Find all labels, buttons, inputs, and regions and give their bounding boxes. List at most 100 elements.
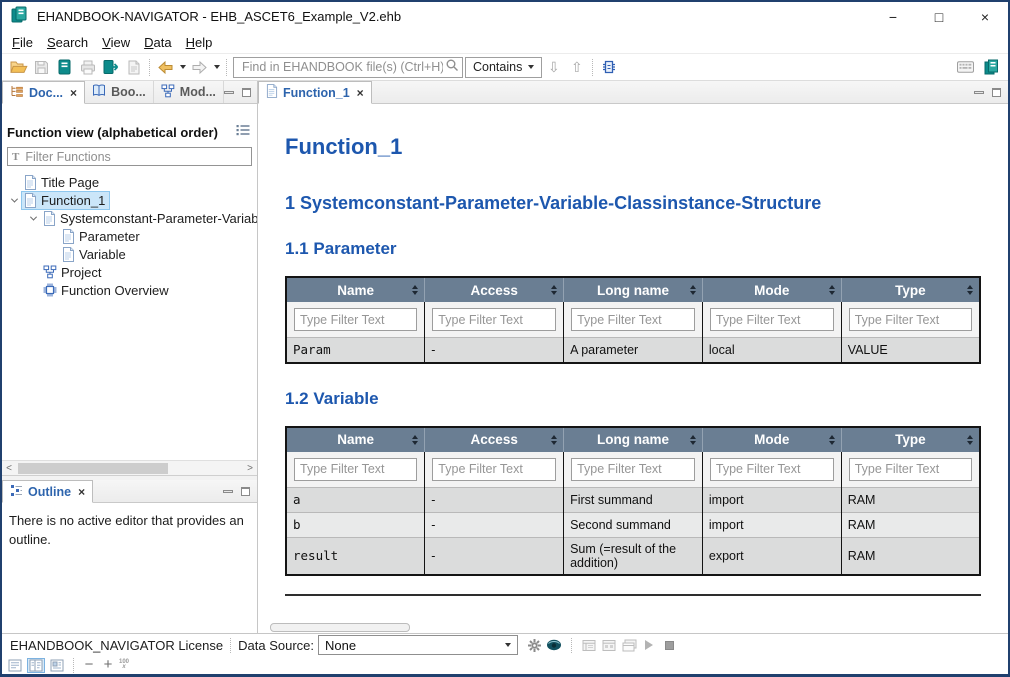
tree-item-variable[interactable]: Variable [2, 245, 257, 263]
export-button[interactable] [99, 56, 122, 78]
column-header-access[interactable]: Access [425, 427, 564, 452]
column-header-name[interactable]: Name [286, 427, 425, 452]
tree-item-parameter[interactable]: Parameter [2, 227, 257, 245]
calibration-window-icon[interactable] [599, 635, 619, 655]
menu-view[interactable]: View [95, 33, 137, 52]
column-filter-input[interactable] [571, 308, 695, 331]
sort-icon[interactable] [690, 285, 696, 295]
sort-icon[interactable] [967, 285, 973, 295]
play-icon[interactable] [639, 635, 659, 655]
scroll-right-icon[interactable]: > [243, 463, 257, 474]
back-history-caret[interactable] [177, 56, 188, 78]
sort-icon[interactable] [412, 435, 418, 445]
view-single-page-icon[interactable] [6, 658, 24, 673]
tab-mod[interactable]: Mod... [154, 81, 224, 103]
view-menu-icon[interactable] [236, 123, 250, 141]
minimize-view-icon[interactable] [223, 490, 233, 493]
menu-file[interactable]: File [5, 33, 40, 52]
column-filter-input[interactable] [432, 308, 556, 331]
minimize-view-icon[interactable] [974, 91, 984, 94]
sort-icon[interactable] [551, 435, 557, 445]
menu-data[interactable]: Data [137, 33, 178, 52]
tab-function-1[interactable]: Function_1 × [258, 81, 372, 104]
tab-boo[interactable]: Boo... [85, 81, 154, 103]
sort-icon[interactable] [967, 435, 973, 445]
zoom-reset-icon[interactable]: 100x [119, 660, 129, 670]
sort-icon[interactable] [551, 285, 557, 295]
editor-hscroll-thumb[interactable] [270, 623, 410, 632]
measure-window-icon[interactable] [579, 635, 599, 655]
settings-gear-icon[interactable] [524, 635, 544, 655]
find-previous-icon[interactable]: ⇧ [565, 56, 588, 78]
filter-functions-input[interactable] [23, 149, 247, 165]
column-header-long-name[interactable]: Long name [564, 427, 703, 452]
visualization-eye-icon[interactable] [544, 635, 564, 655]
sort-icon[interactable] [829, 435, 835, 445]
column-filter-input[interactable] [849, 458, 972, 481]
contains-dropdown[interactable]: Contains [465, 57, 542, 78]
minimize-button[interactable]: − [870, 2, 916, 31]
find-input[interactable] [240, 59, 445, 75]
save-button[interactable] [30, 56, 53, 78]
column-header-long-name[interactable]: Long name [564, 277, 703, 302]
find-next-icon[interactable]: ⇩ [542, 56, 565, 78]
column-filter-input[interactable] [710, 308, 834, 331]
name-link[interactable]: Param [286, 338, 425, 363]
menu-help[interactable]: Help [179, 33, 220, 52]
forward-history-caret[interactable] [211, 56, 222, 78]
column-filter-input[interactable] [849, 308, 972, 331]
ehandbook-file-button[interactable] [53, 56, 76, 78]
tab-outline[interactable]: Outline × [2, 480, 93, 503]
hscroll-thumb[interactable] [18, 463, 168, 474]
print-button[interactable] [76, 56, 99, 78]
column-header-type[interactable]: Type [841, 427, 980, 452]
column-header-type[interactable]: Type [841, 277, 980, 302]
zoom-in-button[interactable]: + [100, 660, 116, 670]
tree-item-title-page[interactable]: Title Page [2, 173, 257, 191]
maximize-view-icon[interactable] [241, 487, 250, 496]
column-header-name[interactable]: Name [286, 277, 425, 302]
open-file-button[interactable] [7, 56, 30, 78]
close-icon[interactable]: × [70, 86, 77, 100]
sort-icon[interactable] [829, 285, 835, 295]
experiment-window-icon[interactable] [619, 635, 639, 655]
data-source-dropdown[interactable]: None [318, 635, 518, 655]
close-icon[interactable]: × [357, 86, 364, 100]
stop-icon[interactable] [659, 635, 679, 655]
sort-icon[interactable] [690, 435, 696, 445]
maximize-view-icon[interactable] [992, 88, 1001, 97]
view-split-page-icon[interactable] [27, 658, 45, 673]
column-header-mode[interactable]: Mode [702, 277, 841, 302]
close-button[interactable]: × [962, 2, 1008, 31]
name-link[interactable]: a [286, 487, 425, 512]
forward-button[interactable] [188, 56, 211, 78]
tree-item-project[interactable]: Project [2, 263, 257, 281]
view-thumbnail-icon[interactable] [48, 658, 66, 673]
column-filter-input[interactable] [294, 458, 417, 481]
column-filter-input[interactable] [432, 458, 556, 481]
tab-doc[interactable]: Doc...× [2, 81, 85, 104]
column-filter-input[interactable] [710, 458, 834, 481]
column-filter-input[interactable] [571, 458, 695, 481]
sort-icon[interactable] [412, 285, 418, 295]
maximize-button[interactable]: □ [916, 2, 962, 31]
maximize-view-icon[interactable] [242, 88, 251, 97]
name-link[interactable]: result [286, 537, 425, 575]
expander-icon[interactable] [8, 198, 21, 203]
column-header-mode[interactable]: Mode [702, 427, 841, 452]
back-button[interactable] [154, 56, 177, 78]
column-header-access[interactable]: Access [425, 277, 564, 302]
menu-search[interactable]: Search [40, 33, 95, 52]
shortcuts-icon[interactable] [954, 56, 977, 78]
close-icon[interactable]: × [78, 485, 85, 499]
pdf-export-button[interactable] [122, 56, 145, 78]
goto-model-button[interactable] [597, 56, 620, 78]
tree-item-function_1[interactable]: Function_1 [2, 191, 257, 209]
column-filter-input[interactable] [294, 308, 417, 331]
tree-item-function-overview[interactable]: Function Overview [2, 281, 257, 299]
zoom-out-button[interactable]: − [81, 660, 97, 670]
search-icon[interactable] [445, 58, 459, 77]
expander-icon[interactable] [27, 216, 40, 221]
ehandbook-help-icon[interactable] [980, 56, 1003, 78]
scroll-left-icon[interactable]: < [2, 463, 16, 474]
